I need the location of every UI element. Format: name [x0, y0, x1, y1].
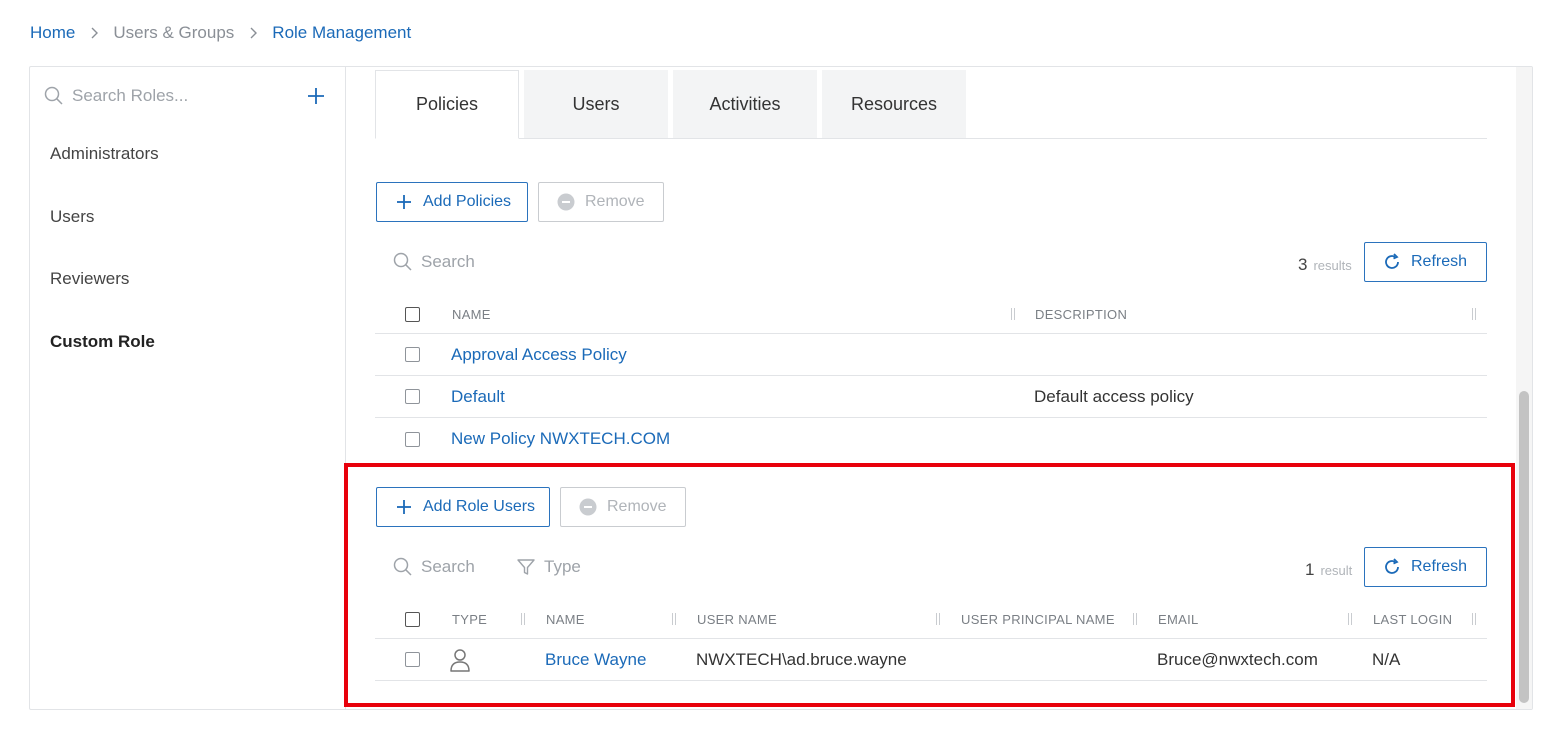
- vertical-scrollbar[interactable]: [1516, 67, 1532, 709]
- policy-name-link[interactable]: New Policy NWXTECH.COM: [451, 418, 670, 460]
- add-role-button[interactable]: [304, 84, 328, 108]
- remove-circle-icon: [579, 498, 597, 516]
- remove-policies-button[interactable]: Remove: [538, 182, 664, 222]
- policy-name-link[interactable]: Approval Access Policy: [451, 334, 627, 375]
- add-policies-button[interactable]: Add Policies: [376, 182, 528, 222]
- policies-table: NAME DESCRIPTION Approval Access Policy …: [375, 296, 1487, 460]
- select-all-policies-checkbox[interactable]: [405, 307, 420, 322]
- remove-role-users-button[interactable]: Remove: [560, 487, 686, 527]
- column-header-last-login[interactable]: LAST LOGIN: [1373, 601, 1452, 638]
- role-users-search[interactable]: Search: [393, 552, 475, 582]
- select-all-users-checkbox[interactable]: [405, 612, 420, 627]
- refresh-icon: [1383, 558, 1401, 576]
- remove-circle-icon: [557, 193, 575, 211]
- breadcrumb-current[interactable]: Role Management: [272, 23, 411, 43]
- search-icon: [44, 86, 63, 105]
- role-users-search-placeholder: Search: [421, 557, 475, 576]
- column-header-upn[interactable]: USER PRINCIPAL NAME: [961, 601, 1115, 638]
- role-users-table: TYPE NAME USER NAME USER PRINCIPAL NAME …: [375, 601, 1487, 681]
- tab-activities[interactable]: Activities: [673, 70, 817, 138]
- column-resize-handle[interactable]: [672, 613, 676, 625]
- table-row[interactable]: Approval Access Policy: [375, 334, 1487, 376]
- column-resize-handle[interactable]: [936, 613, 940, 625]
- tab-policies[interactable]: Policies: [375, 70, 519, 139]
- column-resize-handle[interactable]: [1011, 308, 1015, 320]
- roles-sidebar: Administrators Users Reviewers Custom Ro…: [30, 67, 346, 709]
- column-resize-handle[interactable]: [1472, 308, 1476, 320]
- role-search: [44, 81, 334, 111]
- add-role-users-label: Add Role Users: [423, 498, 536, 515]
- user-account-name: NWXTECH\ad.bruce.wayne: [696, 649, 907, 669]
- breadcrumb-users-groups[interactable]: Users & Groups: [113, 23, 234, 43]
- remove-role-users-label: Remove: [607, 498, 667, 515]
- chevron-right-icon: [75, 27, 113, 39]
- policies-search-placeholder: Search: [421, 252, 475, 271]
- add-role-users-button[interactable]: Add Role Users: [376, 487, 550, 527]
- column-header-description[interactable]: DESCRIPTION: [1035, 296, 1127, 333]
- scrollbar-thumb[interactable]: [1519, 391, 1529, 703]
- breadcrumb-home[interactable]: Home: [30, 23, 75, 43]
- remove-policies-label: Remove: [585, 193, 645, 210]
- column-header-user-name[interactable]: USER NAME: [697, 601, 777, 638]
- tab-bar: Policies Users Activities Resources: [375, 70, 1487, 139]
- row-checkbox[interactable]: [405, 389, 420, 404]
- role-users-refresh-label: Refresh: [1411, 558, 1468, 575]
- role-item-users[interactable]: Users: [30, 186, 345, 249]
- role-search-input[interactable]: [72, 86, 292, 106]
- row-checkbox[interactable]: [405, 652, 420, 667]
- plus-icon: [395, 193, 413, 211]
- role-users-table-header: TYPE NAME USER NAME USER PRINCIPAL NAME …: [375, 601, 1487, 639]
- column-resize-handle[interactable]: [521, 613, 525, 625]
- role-item-administrators[interactable]: Administrators: [30, 123, 345, 186]
- row-checkbox[interactable]: [405, 431, 420, 447]
- main-content: Policies Users Activities Resources Add …: [347, 67, 1515, 709]
- role-users-count-number: 1: [1305, 560, 1315, 579]
- role-list: Administrators Users Reviewers Custom Ro…: [30, 123, 345, 373]
- table-row[interactable]: Default Default access policy: [375, 376, 1487, 418]
- user-name-link[interactable]: Bruce Wayne: [545, 639, 646, 680]
- search-icon: [393, 252, 412, 271]
- row-checkbox[interactable]: [405, 347, 420, 362]
- tab-users[interactable]: Users: [524, 70, 668, 138]
- policies-result-count: 3 results: [1298, 255, 1352, 275]
- role-users-result-count: 1 result: [1305, 560, 1352, 580]
- role-users-refresh-button[interactable]: Refresh: [1364, 547, 1487, 587]
- column-resize-handle[interactable]: [1348, 613, 1352, 625]
- policies-search[interactable]: Search: [393, 247, 475, 277]
- role-item-reviewers[interactable]: Reviewers: [30, 248, 345, 311]
- role-item-custom-role[interactable]: Custom Role: [30, 311, 345, 374]
- plus-icon: [395, 498, 413, 516]
- type-filter-label: Type: [544, 557, 581, 576]
- policies-count-label: results: [1313, 258, 1352, 273]
- column-resize-handle[interactable]: [1133, 613, 1137, 625]
- tab-resources[interactable]: Resources: [822, 70, 966, 138]
- policies-table-header: NAME DESCRIPTION: [375, 296, 1487, 334]
- search-icon: [393, 557, 412, 576]
- policy-description: Default access policy: [1034, 386, 1194, 406]
- policies-refresh-button[interactable]: Refresh: [1364, 242, 1487, 282]
- role-management-panel: Administrators Users Reviewers Custom Ro…: [29, 66, 1533, 710]
- policy-name-link[interactable]: Default: [451, 376, 505, 417]
- refresh-icon: [1383, 253, 1401, 271]
- policies-count-number: 3: [1298, 255, 1308, 274]
- plus-icon: [308, 88, 324, 104]
- column-resize-handle[interactable]: [1472, 613, 1476, 625]
- breadcrumb: Home Users & Groups Role Management: [30, 21, 411, 45]
- type-filter[interactable]: Type: [516, 552, 581, 582]
- user-email: Bruce@nwxtech.com: [1157, 649, 1318, 669]
- add-policies-label: Add Policies: [423, 193, 512, 210]
- table-row[interactable]: New Policy NWXTECH.COM: [375, 418, 1487, 460]
- filter-icon: [517, 559, 535, 575]
- column-header-email[interactable]: EMAIL: [1158, 601, 1199, 638]
- table-row[interactable]: Bruce Wayne NWXTECH\ad.bruce.wayne Bruce…: [375, 639, 1487, 681]
- user-icon: [449, 639, 471, 680]
- chevron-right-icon: [234, 27, 272, 39]
- policies-refresh-label: Refresh: [1411, 253, 1468, 270]
- user-last-login: N/A: [1372, 649, 1401, 669]
- column-header-name[interactable]: NAME: [452, 296, 491, 333]
- column-header-name[interactable]: NAME: [546, 601, 585, 638]
- column-header-type[interactable]: TYPE: [452, 601, 487, 638]
- role-users-count-label: result: [1320, 563, 1353, 578]
